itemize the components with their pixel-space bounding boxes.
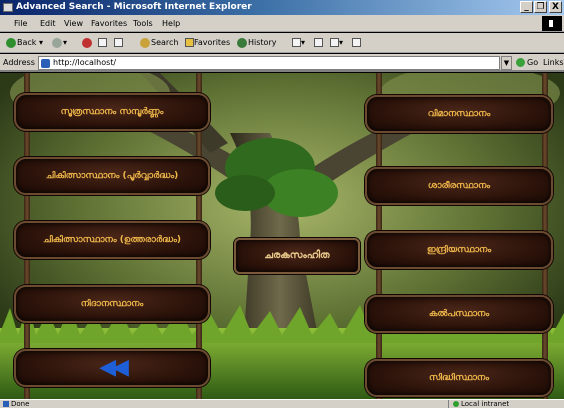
menu-tools[interactable]: Tools <box>131 18 155 29</box>
status-text: Done <box>3 400 29 408</box>
home-button[interactable] <box>114 36 123 50</box>
search-button[interactable]: Search <box>140 36 178 50</box>
nav-button-left-2[interactable]: ചികിത്സാസ്ഥാനം (പൂർവ്വാർദ്ധം) <box>14 157 210 195</box>
menu-help[interactable]: Help <box>160 18 182 29</box>
refresh-button[interactable] <box>98 36 107 50</box>
address-dropdown-button[interactable]: ▼ <box>501 56 512 70</box>
refresh-icon <box>98 38 107 47</box>
history-button[interactable]: History <box>237 36 276 50</box>
menu-file[interactable]: File <box>12 18 29 29</box>
minimize-button[interactable]: _ <box>520 1 533 13</box>
nav-button-center[interactable]: ചരകസംഹിത <box>234 238 360 274</box>
history-icon <box>237 37 247 48</box>
nav-button-left-1[interactable]: സൂത്രസ്ഥാനം സമ്പൂർണ്ണം <box>14 93 210 131</box>
back-nav-button[interactable]: ◀◀ <box>14 349 210 387</box>
discuss-icon <box>352 38 361 47</box>
menu-bar: File Edit View Favorites Tools Help <box>0 15 564 32</box>
address-url: http://localhost/ <box>53 58 117 67</box>
edit-button[interactable]: ▾ <box>330 36 343 50</box>
menu-view[interactable]: View <box>62 18 85 29</box>
toolbar: Back ▾ ▾ Search Favorites History ▾ ▾ <box>0 33 564 53</box>
search-icon <box>140 37 150 48</box>
mail-button[interactable]: ▾ <box>292 36 305 50</box>
address-label: Address <box>3 58 35 67</box>
stop-icon <box>82 37 92 48</box>
back-button[interactable]: Back ▾ <box>6 36 43 50</box>
page-icon <box>41 59 50 68</box>
nav-button-right-3[interactable]: ഇന്ദ്രിയസ്ഥാനം <box>365 231 553 269</box>
nav-button-right-1[interactable]: വിമാനസ്ഥാനം <box>365 95 553 133</box>
intranet-icon <box>453 401 459 407</box>
menu-favorites[interactable]: Favorites <box>89 18 129 29</box>
stop-button[interactable] <box>82 36 93 50</box>
ie-app-icon[interactable] <box>3 3 13 12</box>
forward-button[interactable]: ▾ <box>52 36 67 50</box>
print-icon <box>314 38 323 47</box>
address-bar: Address http://localhost/ ▼ Go Links <box>0 54 564 72</box>
address-input[interactable]: http://localhost/ <box>38 56 500 70</box>
zone-indicator: Local intranet <box>448 400 509 408</box>
nav-button-right-5[interactable]: സിദ്ധിസ്ഥാനം <box>365 359 553 397</box>
close-button[interactable]: X <box>549 1 562 13</box>
edit-icon <box>330 38 339 47</box>
back-arrow-icon <box>6 37 16 48</box>
rewind-icon: ◀◀ <box>99 355 129 380</box>
favorites-icon <box>185 38 194 47</box>
nav-button-left-4[interactable]: നിദാനസ്ഥാനം <box>14 285 210 323</box>
nav-button-left-3[interactable]: ചികിത്സാസ്ഥാനം (ഉത്തരാർദ്ധം) <box>14 221 210 259</box>
links-button[interactable]: Links <box>543 58 564 67</box>
nav-button-right-4[interactable]: കൽപസ്ഥാനം <box>365 295 553 333</box>
print-button[interactable] <box>314 36 323 50</box>
maximize-button[interactable]: ❐ <box>534 1 547 13</box>
home-icon <box>114 38 123 47</box>
nav-button-right-2[interactable]: ശാരീരസ്ഥാനം <box>365 167 553 205</box>
title-bar: Advanced Search - Microsoft Internet Exp… <box>0 0 564 15</box>
windows-logo-icon <box>542 16 562 31</box>
window-title: Advanced Search - Microsoft Internet Exp… <box>16 2 252 12</box>
mail-icon <box>292 38 301 47</box>
go-arrow-icon <box>516 58 525 67</box>
status-bar: Done Local intranet <box>0 399 564 408</box>
go-button[interactable]: Go <box>516 58 538 67</box>
discuss-button[interactable] <box>352 36 361 50</box>
page-content: സൂത്രസ്ഥാനം സമ്പൂർണ്ണം ചികിത്സാസ്ഥാനം (പ… <box>0 73 564 399</box>
favorites-button[interactable]: Favorites <box>185 36 230 50</box>
forward-arrow-icon <box>52 37 62 48</box>
menu-edit[interactable]: Edit <box>38 18 58 29</box>
page-status-icon <box>3 401 9 407</box>
